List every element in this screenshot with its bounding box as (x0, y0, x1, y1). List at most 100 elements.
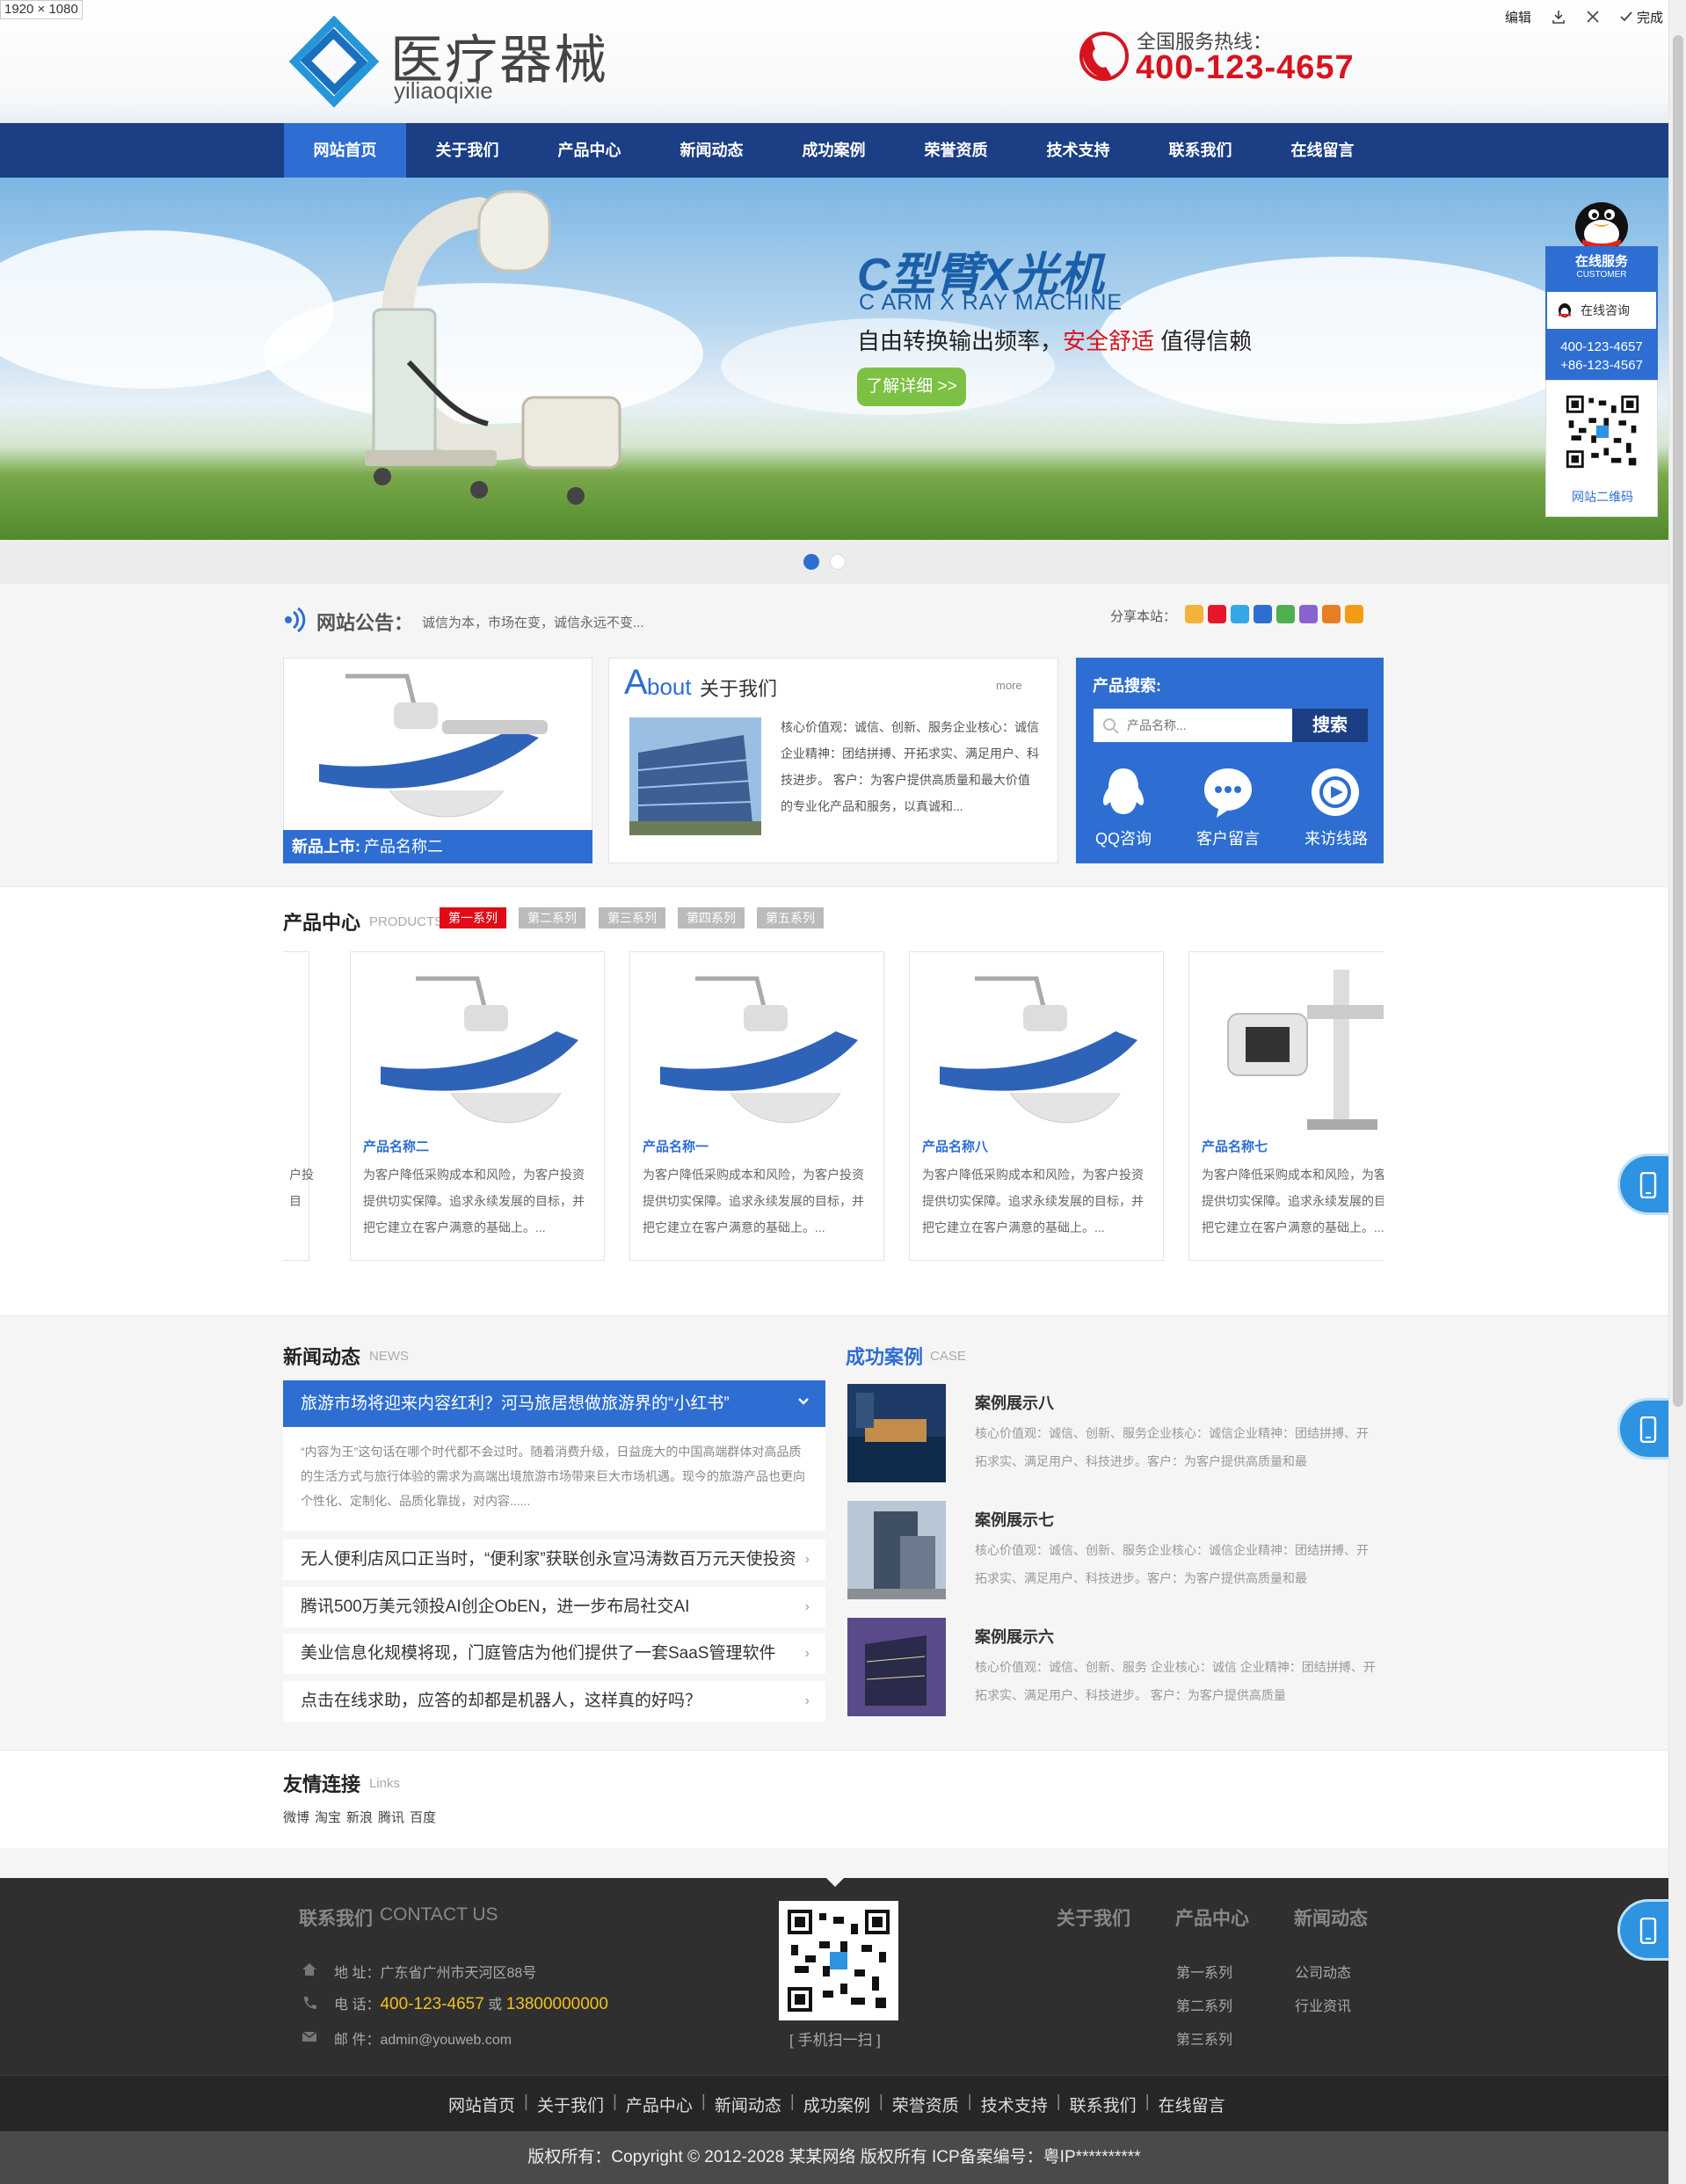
footer-nav-item[interactable]: 产品中心 (626, 2093, 693, 2116)
footer-nav-item[interactable]: 在线留言 (1159, 2093, 1225, 2116)
friend-link[interactable]: 淘宝 (315, 1808, 341, 1826)
footer-nav-item[interactable]: 新闻动态 (715, 2093, 781, 2116)
news-list-item[interactable]: 美业信息化规模将现，门庭管店为他们提供了一套SaaS管理软件 › (283, 1634, 825, 1674)
customer-message-label[interactable]: 客户留言 (1180, 826, 1276, 849)
footer-link[interactable]: 公司动态 (1295, 1961, 1351, 1982)
footer-col-news[interactable]: 新闻动态 (1294, 1904, 1368, 1931)
edit-button[interactable]: 编辑 (1505, 8, 1531, 26)
more-share-icon[interactable] (1345, 605, 1363, 623)
mobile-phone-icon (1639, 1172, 1657, 1198)
friend-link[interactable]: 腾讯 (378, 1808, 404, 1826)
tencent-weibo-share-icon[interactable] (1231, 605, 1249, 623)
product-card[interactable]: 产品名称七 为客户降低采购成本和风险，为客户投资提供切实保障。追求永续发展的目标… (1188, 951, 1384, 1261)
nav-item-cases[interactable]: 成功案例 (773, 123, 895, 178)
renren-share-icon[interactable] (1254, 605, 1272, 623)
tab-series-4[interactable]: 第四系列 (678, 907, 745, 928)
friend-link[interactable]: 百度 (410, 1808, 436, 1826)
qq-consult-label[interactable]: QQ咨询 (1075, 826, 1172, 849)
news-featured-title[interactable]: 旅游市场将迎来内容红利？河马旅居想做旅游界的“小红书” (283, 1380, 825, 1427)
friend-link[interactable]: 微博 (283, 1808, 309, 1826)
about-title-initial: A (624, 663, 648, 702)
footer-nav-item[interactable]: 成功案例 (803, 2093, 870, 2116)
case-title[interactable]: 案例展示六 (975, 1625, 1054, 1648)
footer-link[interactable]: 第一系列 (1176, 1961, 1232, 1982)
nav-item-support[interactable]: 技术支持 (1017, 123, 1139, 178)
logo-icon[interactable] (286, 16, 382, 107)
dental-chair-image (319, 673, 548, 818)
footer-link[interactable]: 第二系列 (1176, 1994, 1232, 2015)
check-icon (1620, 11, 1632, 22)
about-more-link[interactable]: more (996, 679, 1022, 692)
search-button[interactable]: 搜索 (1292, 709, 1368, 742)
footer-col-about[interactable]: 关于我们 (1057, 1904, 1130, 1931)
qq-penguin-icon[interactable] (1096, 765, 1151, 819)
close-icon[interactable] (1586, 10, 1600, 24)
done-button[interactable]: 完成 (1619, 8, 1663, 26)
product-card[interactable]: 产品名称八 为客户降低采购成本和风险，为客户投资提供切实保障。追求永续发展的目标… (909, 951, 1164, 1261)
footer-link[interactable]: 第三系列 (1176, 2027, 1232, 2049)
tab-series-5[interactable]: 第五系列 (757, 907, 824, 928)
weibo-share-icon[interactable] (1208, 605, 1226, 623)
qzone-share-icon[interactable] (1185, 605, 1203, 623)
news-list-item[interactable]: 点击在线求助，应答的却都是机器人，这样真的好吗？ › (283, 1681, 825, 1722)
new-product-bar[interactable]: 新品上市: 产品名称二 (283, 830, 592, 863)
case-title[interactable]: 案例展示七 (975, 1508, 1054, 1531)
banner-subtitle: C ARM X RAY MACHINE (859, 290, 1123, 315)
footer-nav-item[interactable]: 荣誉资质 (892, 2093, 959, 2116)
news-list-item[interactable]: 腾讯500万美元领投AI创企ObEN，进一步布局社交AI › (283, 1587, 825, 1627)
online-consult-button[interactable]: 在线咨询 (1545, 290, 1658, 331)
news-list-item[interactable]: 无人便利店风口正当时，“便利家”获联创永宣冯涛数百万元天使投资 › (283, 1540, 825, 1580)
footer-nav-item[interactable]: 关于我们 (537, 2093, 604, 2116)
footer-notch (826, 1878, 844, 1887)
tab-series-3[interactable]: 第三系列 (599, 907, 665, 928)
nav-item-contact[interactable]: 联系我们 (1139, 123, 1261, 178)
banner-tagline: 自由转换输出频率，安全舒适 值得信赖 (857, 324, 1252, 356)
product-card[interactable]: 产品名称一 为客户降低采购成本和风险，为客户投资提供切实保障。追求永续发展的目标… (629, 951, 884, 1261)
nav-item-message[interactable]: 在线留言 (1261, 123, 1384, 178)
product-name[interactable]: 产品名称二 (363, 1137, 429, 1155)
footer-col-products[interactable]: 产品中心 (1175, 1904, 1249, 1931)
product-card[interactable]: 产品名称二 为客户降低采购成本和风险，为客户投资提供切实保障。追求永续发展的目标… (350, 951, 605, 1261)
tab-series-2[interactable]: 第二系列 (519, 907, 585, 928)
case-item[interactable]: 案例展示六 核心价值观：诚信、创新、服务 企业核心：诚信 企业精神：团结拼搏、开… (847, 1618, 1384, 1716)
qq-penguin-icon[interactable] (1568, 193, 1635, 251)
tab-series-1[interactable]: 第一系列 (440, 907, 506, 928)
slider-dot[interactable] (830, 554, 846, 570)
notice-title: 网站公告： (316, 612, 414, 634)
slider-dot-active[interactable] (803, 554, 819, 570)
nav-item-honors[interactable]: 荣誉资质 (895, 123, 1017, 178)
chat-bubble-icon[interactable] (1201, 765, 1255, 819)
footer-nav-item[interactable]: 联系我们 (1070, 2093, 1137, 2116)
hero-banner[interactable] (0, 178, 1668, 540)
product-card-partial[interactable]: 户投 目 (283, 951, 314, 1261)
page-scrollbar[interactable] (1668, 0, 1686, 2184)
download-icon[interactable] (1551, 9, 1566, 25)
footer-nav-item[interactable]: 网站首页 (448, 2093, 515, 2116)
email-label: 邮 件： (334, 2033, 381, 2048)
product-name[interactable]: 产品名称七 (1202, 1137, 1268, 1155)
footer-link[interactable]: 行业资讯 (1295, 1994, 1351, 2015)
nav-item-home[interactable]: 网站首页 (284, 123, 406, 178)
dental-chair-image (660, 976, 858, 1124)
nav-item-about[interactable]: 关于我们 (406, 123, 528, 178)
case-item[interactable]: 案例展示八 核心价值观：诚信、创新、服务企业核心：诚信企业精神：团结拼搏、开拓求… (847, 1384, 1384, 1482)
chevron-down-icon[interactable] (795, 1393, 812, 1410)
product-name[interactable]: 产品名称一 (643, 1137, 709, 1155)
douban-share-icon[interactable] (1322, 605, 1341, 623)
banner-learn-more-button[interactable]: 了解详细 >> (857, 368, 966, 406)
case-item[interactable]: 案例展示七 核心价值观：诚信、创新、服务企业核心：诚信企业精神：团结拼搏、开拓求… (847, 1501, 1384, 1599)
location-icon[interactable] (1308, 765, 1363, 819)
footer-nav-item[interactable]: 技术支持 (981, 2093, 1048, 2116)
wechat-share-icon[interactable] (1276, 605, 1295, 623)
route-label[interactable]: 来访线路 (1288, 826, 1384, 849)
product-name[interactable]: 产品名称八 (922, 1137, 988, 1155)
case-title[interactable]: 案例展示八 (975, 1391, 1054, 1414)
image-dimensions-badge: 1920 × 1080 (0, 0, 83, 19)
kaixin-share-icon[interactable] (1299, 605, 1318, 623)
nav-item-news[interactable]: 新闻动态 (650, 123, 773, 178)
scrollbar-thumb[interactable] (1673, 35, 1683, 1407)
email-value[interactable]: admin@youweb.com (380, 2033, 512, 2048)
search-input[interactable] (1094, 709, 1292, 742)
friend-link[interactable]: 新浪 (346, 1808, 373, 1826)
nav-item-products[interactable]: 产品中心 (528, 123, 650, 178)
